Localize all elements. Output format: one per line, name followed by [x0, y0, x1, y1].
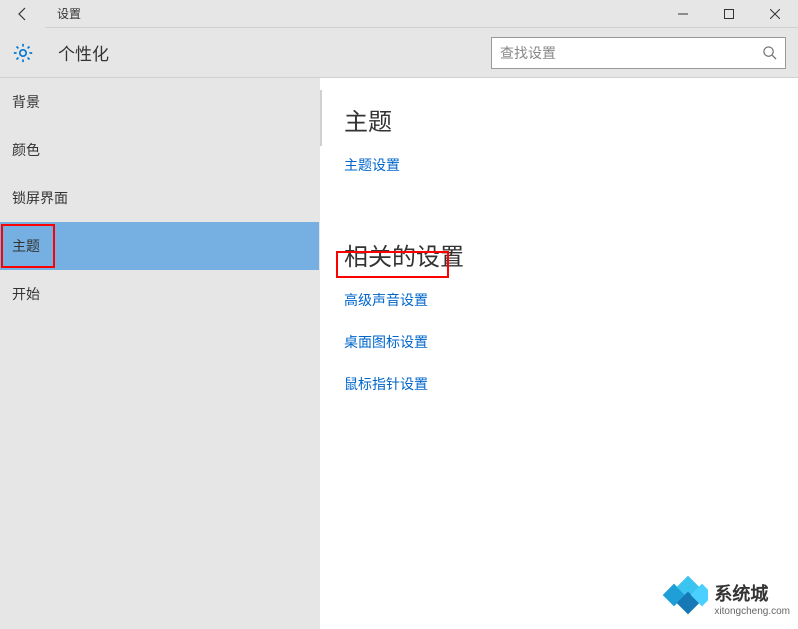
search-box[interactable] [491, 37, 786, 69]
close-icon [770, 9, 780, 19]
section-title-related: 相关的设置 [344, 237, 774, 272]
watermark-logo-icon [662, 575, 708, 621]
minimize-icon [678, 9, 688, 19]
watermark-url: xitongcheng.com [714, 606, 790, 617]
sidebar-item-background[interactable]: 背景 [0, 78, 319, 126]
sidebar: 背景 颜色 锁屏界面 主题 开始 [0, 78, 320, 629]
watermark: 系统城 xitongcheng.com [662, 575, 790, 621]
section-title-themes: 主题 [344, 102, 774, 137]
content-area: 主题 主题设置 相关的设置 高级声音设置 桌面图标设置 鼠标指针设置 [320, 78, 798, 629]
minimize-button[interactable] [660, 0, 706, 28]
main-area: 背景 颜色 锁屏界面 主题 开始 主题 主题设置 相关的设置 高级声音设置 桌面… [0, 78, 798, 629]
sidebar-item-label: 主题 [12, 236, 40, 256]
link-advanced-sound[interactable]: 高级声音设置 [344, 290, 428, 310]
maximize-icon [724, 9, 734, 19]
window-title: 设置 [57, 5, 81, 22]
sidebar-item-label: 颜色 [12, 140, 40, 160]
link-desktop-icons[interactable]: 桌面图标设置 [344, 332, 428, 352]
link-theme-settings[interactable]: 主题设置 [344, 155, 400, 175]
sidebar-item-lockscreen[interactable]: 锁屏界面 [0, 174, 319, 222]
page-title: 个性化 [58, 40, 109, 65]
sidebar-item-label: 锁屏界面 [12, 188, 68, 208]
sidebar-item-label: 背景 [12, 92, 40, 112]
search-icon [762, 45, 777, 60]
titlebar: 设置 [0, 0, 798, 28]
back-arrow-icon [15, 6, 31, 22]
link-mouse-pointer[interactable]: 鼠标指针设置 [344, 374, 428, 394]
sidebar-item-start[interactable]: 开始 [0, 270, 319, 318]
gear-icon [12, 42, 34, 64]
watermark-text: 系统城 xitongcheng.com [714, 580, 790, 617]
window-controls [660, 0, 798, 28]
sidebar-item-colors[interactable]: 颜色 [0, 126, 319, 174]
back-button[interactable] [0, 0, 45, 28]
close-button[interactable] [752, 0, 798, 28]
content-divider [320, 90, 322, 146]
header: 个性化 [0, 28, 798, 78]
maximize-button[interactable] [706, 0, 752, 28]
sidebar-item-label: 开始 [12, 284, 40, 304]
sidebar-item-themes[interactable]: 主题 [0, 222, 319, 270]
watermark-title: 系统城 [714, 580, 790, 606]
search-input[interactable] [500, 45, 762, 61]
